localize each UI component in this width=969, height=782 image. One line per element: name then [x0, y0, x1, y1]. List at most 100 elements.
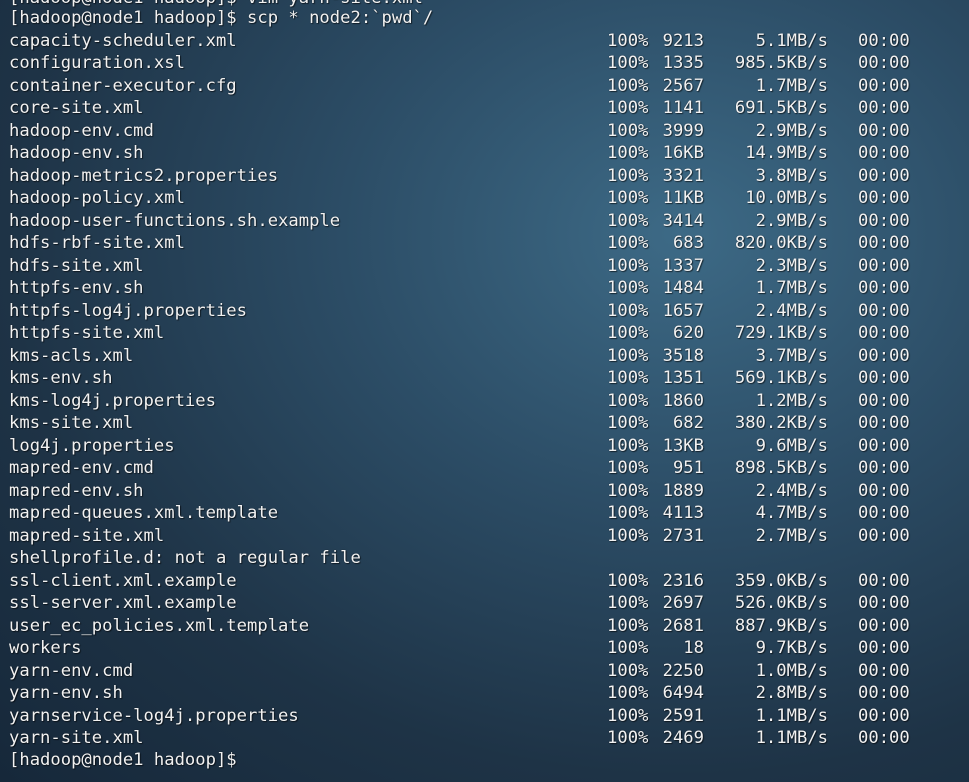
file-size: 2681	[662, 615, 704, 636]
transfer-time: 00:00	[858, 525, 910, 546]
transfer-percent: 100%	[607, 368, 649, 388]
transfer-time: 00:00	[858, 728, 910, 748]
transfer-percent: 100%	[607, 53, 649, 73]
transfer-percent: 100%	[607, 390, 649, 411]
transfer-time: 00:00	[858, 615, 910, 636]
transfer-time	[858, 547, 918, 570]
transfer-rate: 9.6MB/s	[755, 435, 828, 456]
transfer-percent: 100%	[607, 345, 649, 366]
shell-prompt[interactable]: [hadoop@node1 hadoop]$	[9, 749, 237, 772]
file-name: yarn-env.sh	[9, 683, 123, 703]
transfer-time: 00:00	[858, 458, 910, 478]
transfer-row: ssl-server.xml.example 100% 2697 526.0KB/s 0…	[0, 592, 969, 615]
transfer-time: 00:00	[858, 480, 910, 501]
transfer-percent: 100%	[607, 210, 649, 231]
transfer-row: log4j.properties 100% 13KB 9.6MB/s 00:00	[0, 435, 969, 458]
file-name: user_ec_policies.xml.template	[9, 615, 310, 636]
transfer-time: 00:00	[858, 300, 910, 321]
transfer-percent: 100%	[607, 525, 649, 546]
transfer-time: 00:00	[858, 705, 910, 726]
file-size: 9213	[662, 30, 704, 51]
transfer-time: 00:00	[858, 503, 910, 523]
file-name: hdfs-site.xml	[9, 255, 144, 276]
transfer-rate: 380.2KB/s	[734, 413, 828, 433]
file-size: 1351	[662, 368, 704, 388]
file-name: container-executor.cfg	[9, 75, 237, 96]
transfer-row: hdfs-site.xml 100% 1337 2.3MB/s 00:00	[0, 255, 969, 278]
file-name: mapred-site.xml	[9, 525, 165, 546]
file-size: 18	[683, 638, 704, 658]
transfer-row: yarn-env.cmd 100% 2250 1.0MB/s 00:00	[0, 660, 969, 683]
prompt-text: [hadoop@node1 hadoop]$	[9, 750, 237, 770]
transfer-percent: 100%	[607, 98, 649, 118]
transfer-row: kms-site.xml 100% 682 380.2KB/s 00:00	[0, 412, 969, 435]
file-name: kms-acls.xml	[9, 345, 134, 366]
file-size: 2316	[662, 570, 704, 591]
file-size: 3321	[662, 165, 704, 186]
file-size: 2567	[662, 75, 704, 96]
file-name: hadoop-env.cmd	[9, 120, 154, 141]
file-name: hdfs-rbf-site.xml	[9, 233, 185, 253]
transfer-rate: 2.4MB/s	[755, 300, 828, 321]
transfer-rate: 887.9KB/s	[734, 615, 828, 636]
file-size	[650, 547, 704, 570]
transfer-percent: 100%	[607, 75, 649, 96]
transfer-row: kms-acls.xml 100% 3518 3.7MB/s 00:00	[0, 345, 969, 368]
transfer-percent: 100%	[607, 300, 649, 321]
transfer-rate: 1.0MB/s	[755, 660, 828, 681]
transfer-rate: 1.7MB/s	[755, 75, 828, 96]
transfer-time: 00:00	[858, 30, 910, 51]
file-name: hadoop-metrics2.properties	[9, 165, 279, 186]
transfer-rate: 2.9MB/s	[755, 120, 828, 141]
file-name: hadoop-user-functions.sh.example	[9, 210, 341, 231]
file-name: yarn-env.cmd	[9, 660, 134, 681]
transfer-rate: 569.1KB/s	[734, 368, 828, 388]
transfer-rate: 1.1MB/s	[755, 705, 828, 726]
file-size: 3999	[662, 120, 704, 141]
transfer-percent: 100%	[607, 480, 649, 501]
transfer-row: user_ec_policies.xml.template 100% 2681 887…	[0, 615, 969, 638]
transfer-time: 00:00	[858, 188, 910, 208]
transfer-rate: 10.0MB/s	[745, 188, 828, 208]
transfer-time: 00:00	[858, 255, 910, 276]
transfer-percent	[607, 547, 651, 570]
transfer-time: 00:00	[858, 165, 910, 186]
transfer-percent: 100%	[607, 683, 649, 703]
transfer-row: httpfs-log4j.properties 100% 1657 2.4MB/s 00…	[0, 300, 969, 323]
transfer-row: core-site.xml 100% 1141 691.5KB/s 00:00	[0, 97, 969, 120]
transfer-rate: 9.7KB/s	[755, 638, 828, 658]
file-size: 2731	[662, 525, 704, 546]
file-name: httpfs-log4j.properties	[9, 300, 247, 321]
transfer-rate: 3.8MB/s	[755, 165, 828, 186]
file-size: 1889	[662, 480, 704, 501]
transfer-percent: 100%	[607, 638, 649, 658]
transfer-row: hadoop-metrics2.properties 100% 3321 3.8MB/…	[0, 165, 969, 188]
transfer-time: 00:00	[858, 435, 910, 456]
transfer-time: 00:00	[858, 368, 910, 388]
transfer-time: 00:00	[858, 390, 910, 411]
transfer-time: 00:00	[858, 278, 910, 298]
file-name: mapred-queues.xml.template	[9, 503, 279, 523]
transfer-row: yarn-env.sh 100% 6494 2.8MB/s 00:00	[0, 682, 969, 705]
transfer-row: mapred-site.xml 100% 2731 2.7MB/s 00:00	[0, 525, 969, 548]
file-size: 4113	[662, 503, 704, 523]
transfer-rate: 1.2MB/s	[755, 390, 828, 411]
transfer-percent: 100%	[607, 143, 649, 163]
transfer-time: 00:00	[858, 570, 910, 591]
file-size: 951	[672, 458, 704, 478]
terminal-window[interactable]: [hadoop@node1 hadoop]$ vim yarn-site.xml…	[0, 0, 969, 782]
transfer-rate: 4.7MB/s	[755, 503, 828, 523]
transfer-percent: 100%	[607, 705, 649, 726]
file-size: 2697	[662, 593, 704, 613]
transfer-row: yarnservice-log4j.properties 100% 2591 1.1M…	[0, 705, 969, 728]
transfer-percent: 100%	[607, 615, 649, 636]
transfer-rate: 2.4MB/s	[755, 480, 828, 501]
transfer-time: 00:00	[858, 53, 910, 73]
file-name: hadoop-env.sh	[9, 143, 144, 163]
transfer-percent: 100%	[607, 323, 649, 343]
transfer-percent: 100%	[607, 233, 649, 253]
transfer-percent: 100%	[607, 435, 649, 456]
file-size: 16KB	[662, 143, 704, 163]
transfer-row: shellprofile.d: not a regular file	[0, 547, 969, 570]
transfer-row: httpfs-site.xml 100% 620 729.1KB/s 00:00	[0, 322, 969, 345]
